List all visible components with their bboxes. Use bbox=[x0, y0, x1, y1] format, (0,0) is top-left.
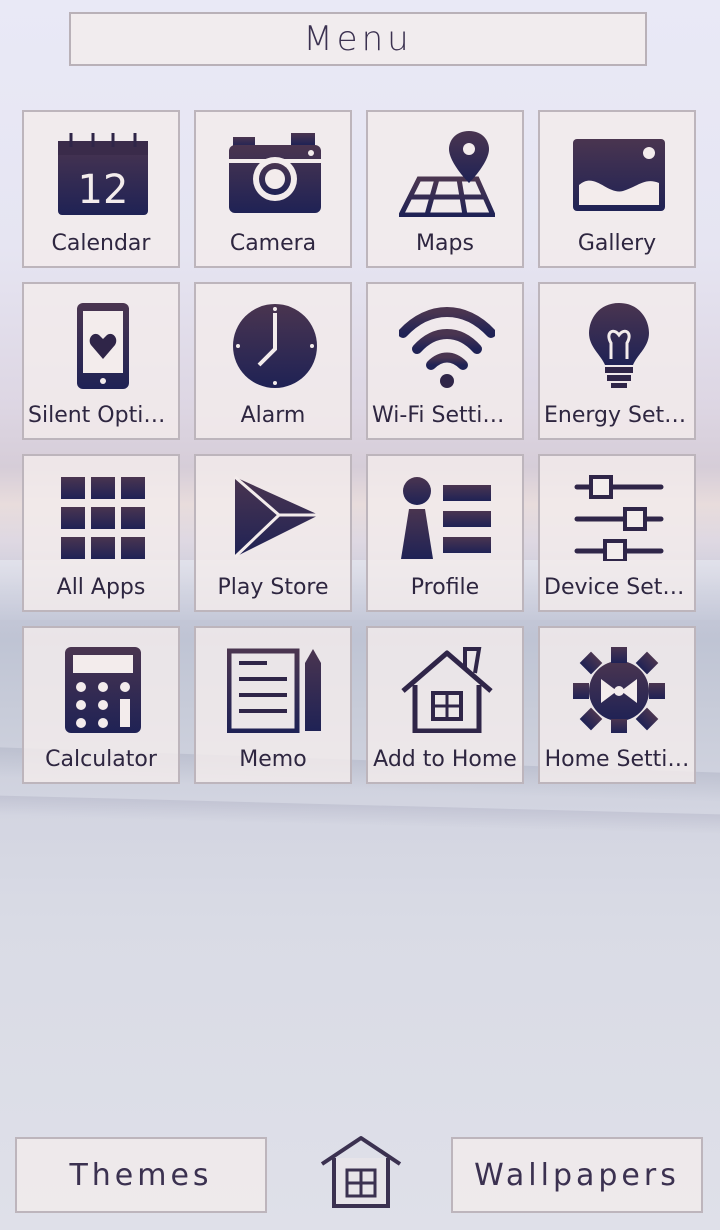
gear-icon bbox=[569, 646, 669, 734]
tile-maps[interactable]: Maps bbox=[366, 110, 524, 268]
tile-memo[interactable]: Memo bbox=[194, 626, 352, 784]
tile-alarm[interactable]: Alarm bbox=[194, 282, 352, 440]
tile-label: Calendar bbox=[51, 231, 151, 256]
menu-header: Menu bbox=[69, 12, 647, 66]
tile-energy-settings[interactable]: Energy Setti… bbox=[538, 282, 696, 440]
calendar-icon: 12 bbox=[53, 130, 153, 218]
tile-label: Memo bbox=[239, 747, 307, 772]
tile-add-to-home[interactable]: Add to Home bbox=[366, 626, 524, 784]
wifi-icon bbox=[397, 302, 497, 390]
tile-silent-options[interactable]: Silent Options bbox=[22, 282, 180, 440]
grid-icon bbox=[53, 474, 153, 562]
wallpapers-button[interactable]: Wallpapers bbox=[451, 1137, 703, 1213]
calendar-date: 12 bbox=[78, 167, 129, 213]
tile-all-apps[interactable]: All Apps bbox=[22, 454, 180, 612]
map-icon bbox=[397, 130, 497, 218]
clock-icon bbox=[225, 302, 325, 390]
sliders-icon bbox=[569, 474, 669, 562]
tile-label: Add to Home bbox=[373, 747, 517, 772]
lightbulb-icon bbox=[569, 302, 669, 390]
tile-label: Profile bbox=[410, 575, 480, 600]
camera-icon bbox=[225, 130, 325, 218]
home-icon bbox=[320, 1136, 402, 1208]
tile-label: Play Store bbox=[217, 575, 329, 600]
tile-label: Calculator bbox=[45, 747, 157, 772]
tile-label: Device Setti… bbox=[544, 575, 690, 600]
tile-profile[interactable]: Profile bbox=[366, 454, 524, 612]
tile-play-store[interactable]: Play Store bbox=[194, 454, 352, 612]
tile-home-settings[interactable]: Home Setti… bbox=[538, 626, 696, 784]
shore-wave-2 bbox=[0, 795, 720, 835]
tile-label: Home Setti… bbox=[544, 747, 690, 772]
play-store-icon bbox=[225, 474, 325, 562]
themes-label: Themes bbox=[69, 1157, 213, 1193]
tile-calendar[interactable]: 12 Calendar bbox=[22, 110, 180, 268]
tile-device-settings[interactable]: Device Setti… bbox=[538, 454, 696, 612]
gallery-icon bbox=[569, 130, 669, 218]
tile-label: Maps bbox=[416, 231, 474, 256]
tile-label: Silent Options bbox=[28, 403, 174, 428]
tile-camera[interactable]: Camera bbox=[194, 110, 352, 268]
phone-heart-icon bbox=[53, 302, 153, 390]
tile-label: Alarm bbox=[240, 403, 306, 428]
tile-calculator[interactable]: Calculator bbox=[22, 626, 180, 784]
tile-gallery[interactable]: Gallery bbox=[538, 110, 696, 268]
wallpapers-label: Wallpapers bbox=[474, 1157, 680, 1193]
tile-wifi-settings[interactable]: Wi-Fi Settings bbox=[366, 282, 524, 440]
memo-icon bbox=[225, 646, 325, 734]
home-button[interactable] bbox=[318, 1134, 404, 1214]
themes-button[interactable]: Themes bbox=[15, 1137, 267, 1213]
house-icon bbox=[397, 646, 497, 734]
menu-title: Menu bbox=[303, 19, 413, 59]
tile-label: All Apps bbox=[56, 575, 146, 600]
tile-label: Wi-Fi Settings bbox=[372, 403, 518, 428]
profile-icon bbox=[397, 474, 497, 562]
tile-label: Camera bbox=[229, 231, 317, 256]
tile-label: Gallery bbox=[577, 231, 657, 256]
calculator-icon bbox=[53, 646, 153, 734]
tile-label: Energy Setti… bbox=[544, 403, 690, 428]
